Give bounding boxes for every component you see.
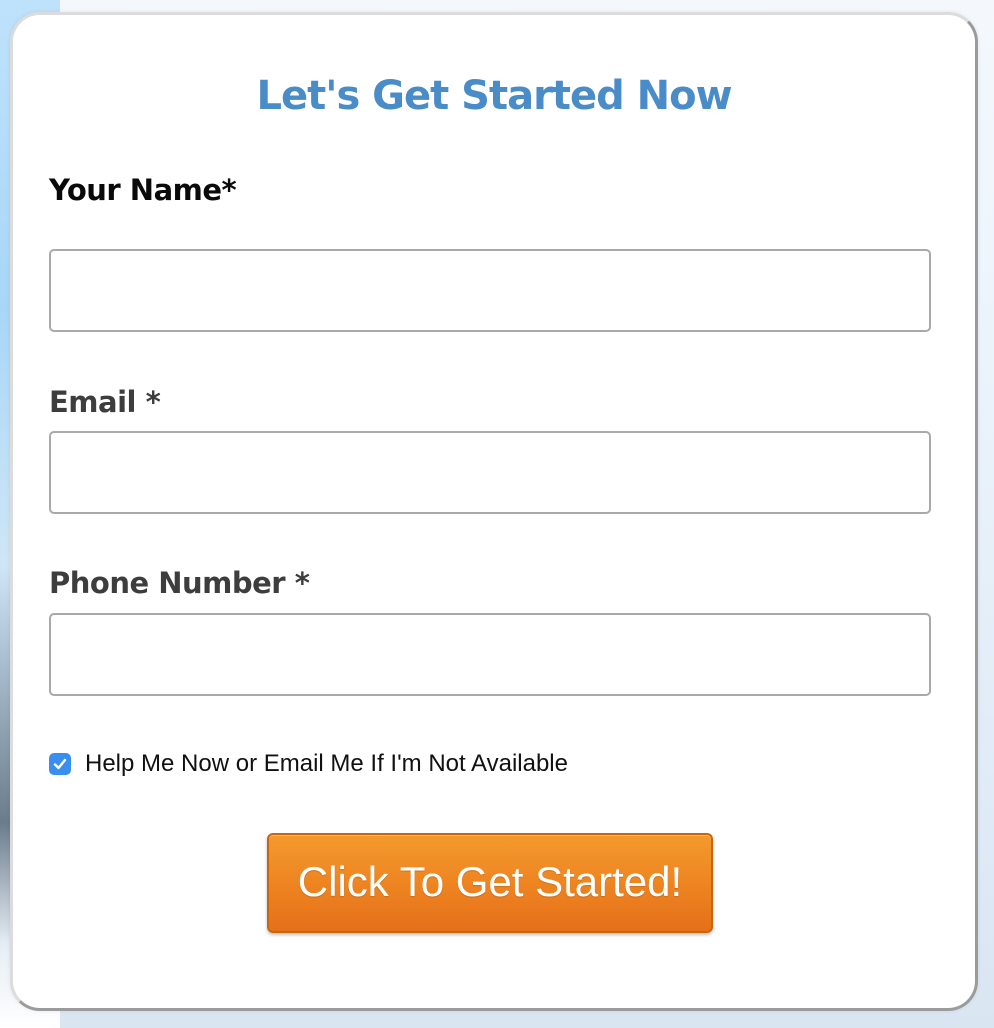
form-title: Let's Get Started Now xyxy=(256,73,732,119)
get-started-button[interactable]: Click To Get Started! xyxy=(267,833,713,933)
name-label: Your Name* xyxy=(49,173,237,207)
phone-label: Phone Number * xyxy=(49,566,310,600)
name-input[interactable] xyxy=(49,249,931,332)
signup-form-card: Let's Get Started Now Your Name* Email *… xyxy=(10,12,978,1011)
phone-input[interactable] xyxy=(49,613,931,696)
check-icon xyxy=(53,758,67,770)
consent-row: Help Me Now or Email Me If I'm Not Avail… xyxy=(49,749,568,779)
email-label: Email * xyxy=(49,385,161,419)
consent-label: Help Me Now or Email Me If I'm Not Avail… xyxy=(85,750,568,777)
consent-checkbox[interactable] xyxy=(49,753,71,775)
email-input[interactable] xyxy=(49,431,931,514)
